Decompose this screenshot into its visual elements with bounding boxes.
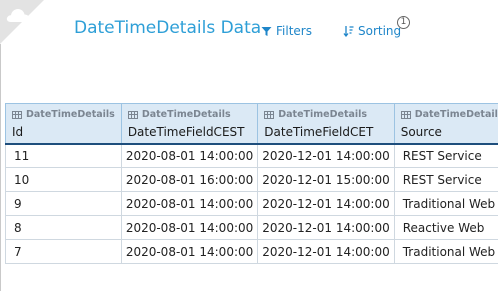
column-entity-label: DateTimeDetails	[141, 109, 231, 120]
cell-datetimefieldcet: 2020-12-01 14:00:00	[257, 191, 395, 216]
table-row[interactable]: 10 2020-08-01 16:00:00 2020-12-01 15:00:…	[5, 167, 498, 192]
cell-source: REST Service	[393, 167, 498, 192]
cell-source: Reactive Web	[393, 215, 498, 240]
cell-id: 11	[5, 143, 122, 168]
column-header-source[interactable]: DateTimeDetails Source	[393, 103, 498, 145]
frame-left-edge	[0, 44, 1, 291]
table-row[interactable]: 11 2020-08-01 14:00:00 2020-12-01 14:00:…	[5, 143, 498, 168]
column-header-id[interactable]: DateTimeDetails Id	[5, 103, 122, 145]
table-icon	[127, 110, 138, 119]
data-table: DateTimeDetails Id DateTimeDetails DateT…	[5, 103, 498, 264]
corner-badge	[0, 0, 44, 44]
cell-id: 9	[5, 191, 122, 216]
column-header-datetimefieldcest[interactable]: DateTimeDetails DateTimeFieldCEST	[120, 103, 259, 145]
cell-datetimefieldcet: 2020-12-01 14:00:00	[257, 239, 395, 264]
column-name: Source	[400, 125, 442, 139]
info-icon[interactable]: 1	[397, 16, 410, 29]
column-entity-label: DateTimeDetails	[414, 109, 498, 120]
cell-datetimefieldcet: 2020-12-01 14:00:00	[257, 215, 395, 240]
table-icon	[400, 110, 411, 119]
cell-datetimefieldcest: 2020-08-01 16:00:00	[120, 167, 259, 192]
cell-source: Traditional Web	[393, 191, 498, 216]
table-header-row: DateTimeDetails Id DateTimeDetails DateT…	[5, 103, 498, 145]
table-row[interactable]: 9 2020-08-01 14:00:00 2020-12-01 14:00:0…	[5, 191, 498, 216]
cell-id: 7	[5, 239, 122, 264]
column-entity-label: DateTimeDetails	[26, 109, 115, 120]
cell-datetimefieldcest: 2020-08-01 14:00:00	[120, 143, 259, 168]
cell-datetimefieldcest: 2020-08-01 14:00:00	[120, 215, 259, 240]
table-icon	[264, 110, 275, 119]
table-row[interactable]: 8 2020-08-01 14:00:00 2020-12-01 14:00:0…	[5, 215, 498, 240]
sorting-button[interactable]: Sorting	[343, 24, 401, 38]
cell-id: 10	[5, 167, 122, 192]
column-name: Id	[12, 125, 24, 139]
filters-button[interactable]: Filters	[261, 24, 312, 38]
cell-datetimefieldcest: 2020-08-01 14:00:00	[120, 191, 259, 216]
cloud-icon	[6, 9, 30, 22]
column-entity-label: DateTimeDetails	[278, 109, 368, 120]
page-title: DateTimeDetails Data	[74, 18, 262, 38]
sorting-label: Sorting	[358, 24, 402, 38]
column-name: DateTimeFieldCET	[264, 125, 374, 139]
sort-icon	[343, 26, 354, 37]
table-row[interactable]: 7 2020-08-01 14:00:00 2020-12-01 14:00:0…	[5, 239, 498, 264]
column-name: DateTimeFieldCEST	[127, 125, 245, 139]
cell-source: REST Service	[393, 143, 498, 168]
cell-datetimefieldcet: 2020-12-01 15:00:00	[257, 167, 395, 192]
filters-label: Filters	[276, 24, 312, 38]
cell-datetimefieldcet: 2020-12-01 14:00:00	[257, 143, 395, 168]
cell-source: Traditional Web	[393, 239, 498, 264]
cell-datetimefieldcest: 2020-08-01 14:00:00	[120, 239, 259, 264]
filter-icon	[261, 26, 272, 36]
table-icon	[12, 110, 22, 119]
column-header-datetimefieldcet[interactable]: DateTimeDetails DateTimeFieldCET	[257, 103, 395, 145]
cell-id: 8	[5, 215, 122, 240]
